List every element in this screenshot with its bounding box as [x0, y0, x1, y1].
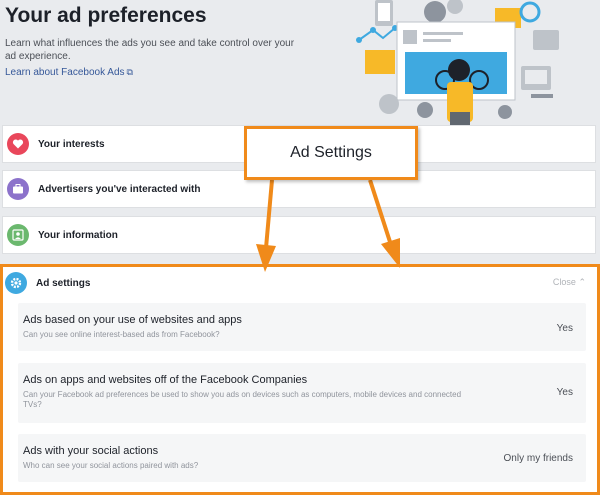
section-label: Your information — [38, 229, 118, 241]
setting-subtitle: Can you see online interest-based ads fr… — [23, 330, 220, 339]
setting-title: Ads based on your use of websites and ap… — [23, 314, 242, 326]
gear-icon — [5, 272, 27, 294]
ad-settings-label: Ad settings — [36, 277, 91, 289]
setting-row-social-actions[interactable]: Ads with your social actions Who can see… — [18, 434, 586, 482]
annotation-callout: Ad Settings — [244, 126, 418, 180]
close-button[interactable]: Close ⌃ — [553, 277, 586, 288]
setting-value: Yes — [556, 387, 573, 398]
ad-settings-panel: Ad settings Close ⌃ Ads based on your us… — [0, 264, 600, 495]
setting-row-off-facebook[interactable]: Ads on apps and websites off of the Face… — [18, 363, 586, 423]
setting-title: Ads on apps and websites off of the Face… — [23, 374, 308, 386]
ad-preferences-illustration — [356, 0, 559, 126]
section-label: Your interests — [38, 138, 105, 150]
setting-row-websites-apps[interactable]: Ads based on your use of websites and ap… — [18, 303, 586, 351]
section-label: Advertisers you've interacted with — [38, 183, 201, 195]
external-link-icon: ⧉ — [126, 67, 133, 77]
briefcase-icon — [7, 178, 29, 200]
heart-icon — [7, 133, 29, 155]
learn-about-ads-link[interactable]: Learn about Facebook Ads ⧉ — [5, 67, 133, 78]
setting-subtitle: Who can see your social actions paired w… — [23, 461, 199, 470]
setting-title: Ads with your social actions — [23, 445, 159, 457]
setting-value: Only my friends — [503, 453, 573, 464]
annotation-label: Ad Settings — [290, 144, 372, 161]
section-your-information[interactable]: Your information — [2, 216, 596, 254]
learn-link-label: Learn about Facebook Ads — [5, 67, 125, 78]
close-label: Close — [552, 277, 576, 287]
person-card-icon — [7, 224, 29, 246]
setting-subtitle: Can your Facebook ad preferences be used… — [23, 390, 462, 409]
setting-value: Yes — [556, 323, 573, 334]
page-title: Your ad preferences — [5, 4, 207, 27]
ad-settings-header[interactable]: Ad settings — [3, 267, 597, 299]
page-description: Learn what influences the ads you see an… — [5, 38, 295, 62]
chevron-up-icon: ⌃ — [578, 277, 586, 287]
